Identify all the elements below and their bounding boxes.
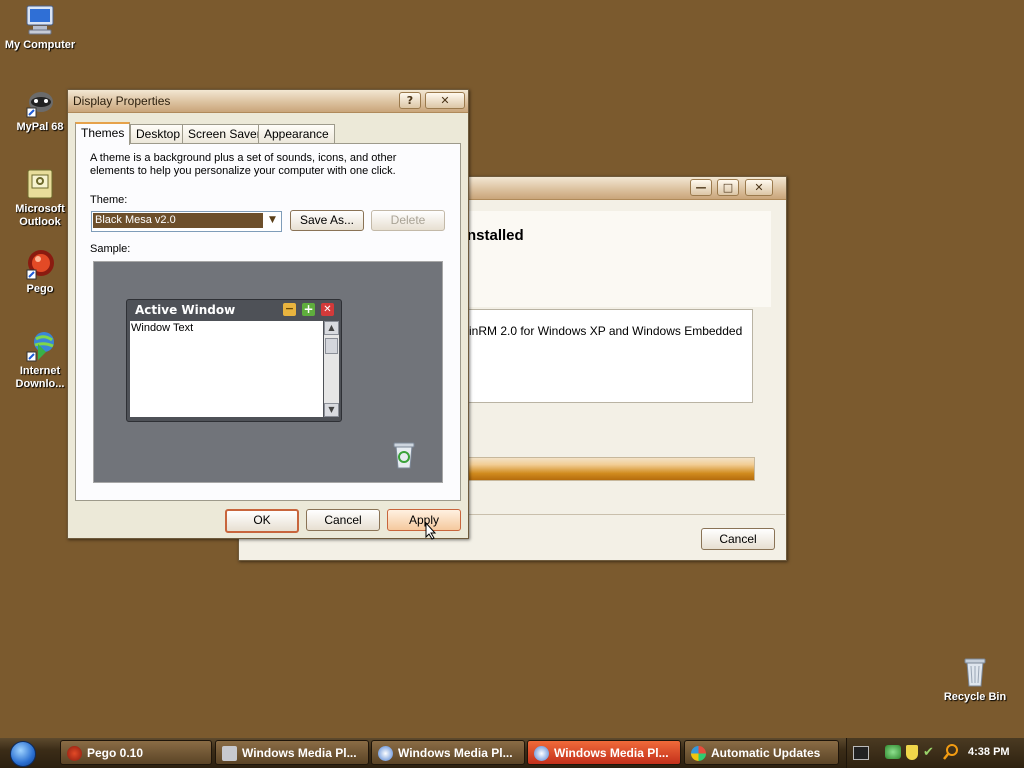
taskbar-item-media-player-3[interactable]: Windows Media Pl... xyxy=(527,740,681,765)
media-player-icon xyxy=(378,746,393,761)
mypal-icon xyxy=(24,86,56,118)
tab-appearance[interactable]: Appearance xyxy=(258,124,335,143)
installer-heading: nstalled xyxy=(467,227,524,244)
security-shield-icon[interactable] xyxy=(906,745,918,760)
sample-label: Sample: xyxy=(90,243,131,255)
theme-sample-preview: Active Window − + ✕ Window Text ▲ ▼ xyxy=(93,261,443,483)
desktop-icon-label: Recycle Bin xyxy=(943,691,1007,703)
recycle-bin-icon xyxy=(390,440,418,470)
sample-window-title: Active Window xyxy=(135,303,236,317)
help-button[interactable]: ? xyxy=(399,92,421,109)
search-icon[interactable] xyxy=(943,744,959,760)
task-label: Windows Media Pl... xyxy=(554,746,669,760)
desktop-icon-my-computer[interactable]: My Computer xyxy=(2,4,78,52)
installer-progress-fill xyxy=(468,458,754,480)
window-title: Display Properties xyxy=(73,94,171,108)
recycle-bin-icon xyxy=(959,656,991,688)
my-computer-icon xyxy=(24,4,56,36)
installer-progress-bar xyxy=(467,457,755,481)
outlook-icon xyxy=(24,168,56,200)
chevron-down-icon[interactable]: ▼ xyxy=(265,213,280,228)
sample-window-body xyxy=(130,321,323,417)
tab-screen-saver[interactable]: Screen Saver xyxy=(182,124,267,143)
desktop-icon-label: My Computer xyxy=(4,39,76,51)
pego-icon xyxy=(67,746,82,761)
update-check-icon[interactable]: ✔ xyxy=(923,745,938,760)
minimize-icon: − xyxy=(283,302,296,316)
installer-cancel-button[interactable]: Cancel xyxy=(701,528,775,550)
theme-label: Theme: xyxy=(90,194,128,206)
taskbar-item-media-player-1[interactable]: Windows Media Pl... xyxy=(215,740,369,765)
task-label: Windows Media Pl... xyxy=(242,746,357,760)
taskbar-item-media-player-2[interactable]: Windows Media Pl... xyxy=(371,740,525,765)
windows-update-icon xyxy=(691,746,706,761)
sample-active-window: Active Window − + ✕ Window Text ▲ ▼ xyxy=(126,299,342,422)
minimize-button[interactable]: — xyxy=(690,179,712,196)
task-label: Windows Media Pl... xyxy=(398,746,513,760)
cancel-button[interactable]: Cancel xyxy=(306,509,380,531)
installer-item-text: inRM 2.0 for Windows XP and Windows Embe… xyxy=(469,324,743,338)
start-button[interactable] xyxy=(4,740,44,767)
tab-themes[interactable]: Themes xyxy=(75,122,131,145)
tab-desktop[interactable]: Desktop xyxy=(130,124,187,143)
maximize-icon: + xyxy=(302,302,315,316)
ok-button[interactable]: OK xyxy=(225,509,299,533)
tab-strip: Themes Desktop Screen Saver Appearance xyxy=(75,122,455,145)
theme-dropdown-value: Black Mesa v2.0 xyxy=(93,213,263,228)
theme-description: A theme is a background plus a set of so… xyxy=(90,152,397,177)
taskbar-item-pego[interactable]: Pego 0.10 xyxy=(60,740,212,765)
keyboard-icon[interactable] xyxy=(853,746,869,760)
desktop-icon-recycle-bin[interactable]: Recycle Bin xyxy=(937,656,1013,704)
maximize-button[interactable]: □ xyxy=(717,179,739,196)
mouse-cursor-icon xyxy=(425,521,437,540)
taskbar-item-automatic-updates[interactable]: Automatic Updates xyxy=(684,740,839,765)
internet-download-icon xyxy=(24,330,56,362)
system-tray: ✔ 4:38 PM xyxy=(846,738,1024,768)
close-icon: ✕ xyxy=(321,303,334,316)
display-properties-window: Display Properties ? ✕ Themes Desktop Sc… xyxy=(67,89,469,540)
save-as-button[interactable]: Save As... xyxy=(290,210,364,231)
close-button[interactable]: ✕ xyxy=(425,92,465,109)
pego-icon xyxy=(24,248,56,280)
scroll-down-icon: ▼ xyxy=(324,403,339,417)
media-player-icon xyxy=(222,746,237,761)
sample-scrollbar: ▲ ▼ xyxy=(324,321,339,417)
taskbar: Pego 0.10 Windows Media Pl... Windows Me… xyxy=(0,738,1024,768)
theme-dropdown[interactable]: Black Mesa v2.0 ▼ xyxy=(91,211,282,232)
media-player-icon xyxy=(534,746,549,761)
scroll-up-icon: ▲ xyxy=(324,321,339,335)
scroll-thumb xyxy=(325,338,338,354)
clock[interactable]: 4:38 PM xyxy=(968,746,1010,758)
sample-window-text: Window Text xyxy=(131,322,194,334)
display-properties-titlebar[interactable]: Display Properties ? ✕ xyxy=(68,90,468,113)
close-button[interactable]: ✕ xyxy=(745,179,773,196)
delete-button: Delete xyxy=(371,210,445,231)
task-label: Automatic Updates xyxy=(711,746,821,760)
task-label: Pego 0.10 xyxy=(87,746,144,760)
network-icon[interactable] xyxy=(885,745,901,759)
windows-logo-icon xyxy=(10,741,36,767)
apply-button[interactable]: Apply xyxy=(387,509,461,531)
